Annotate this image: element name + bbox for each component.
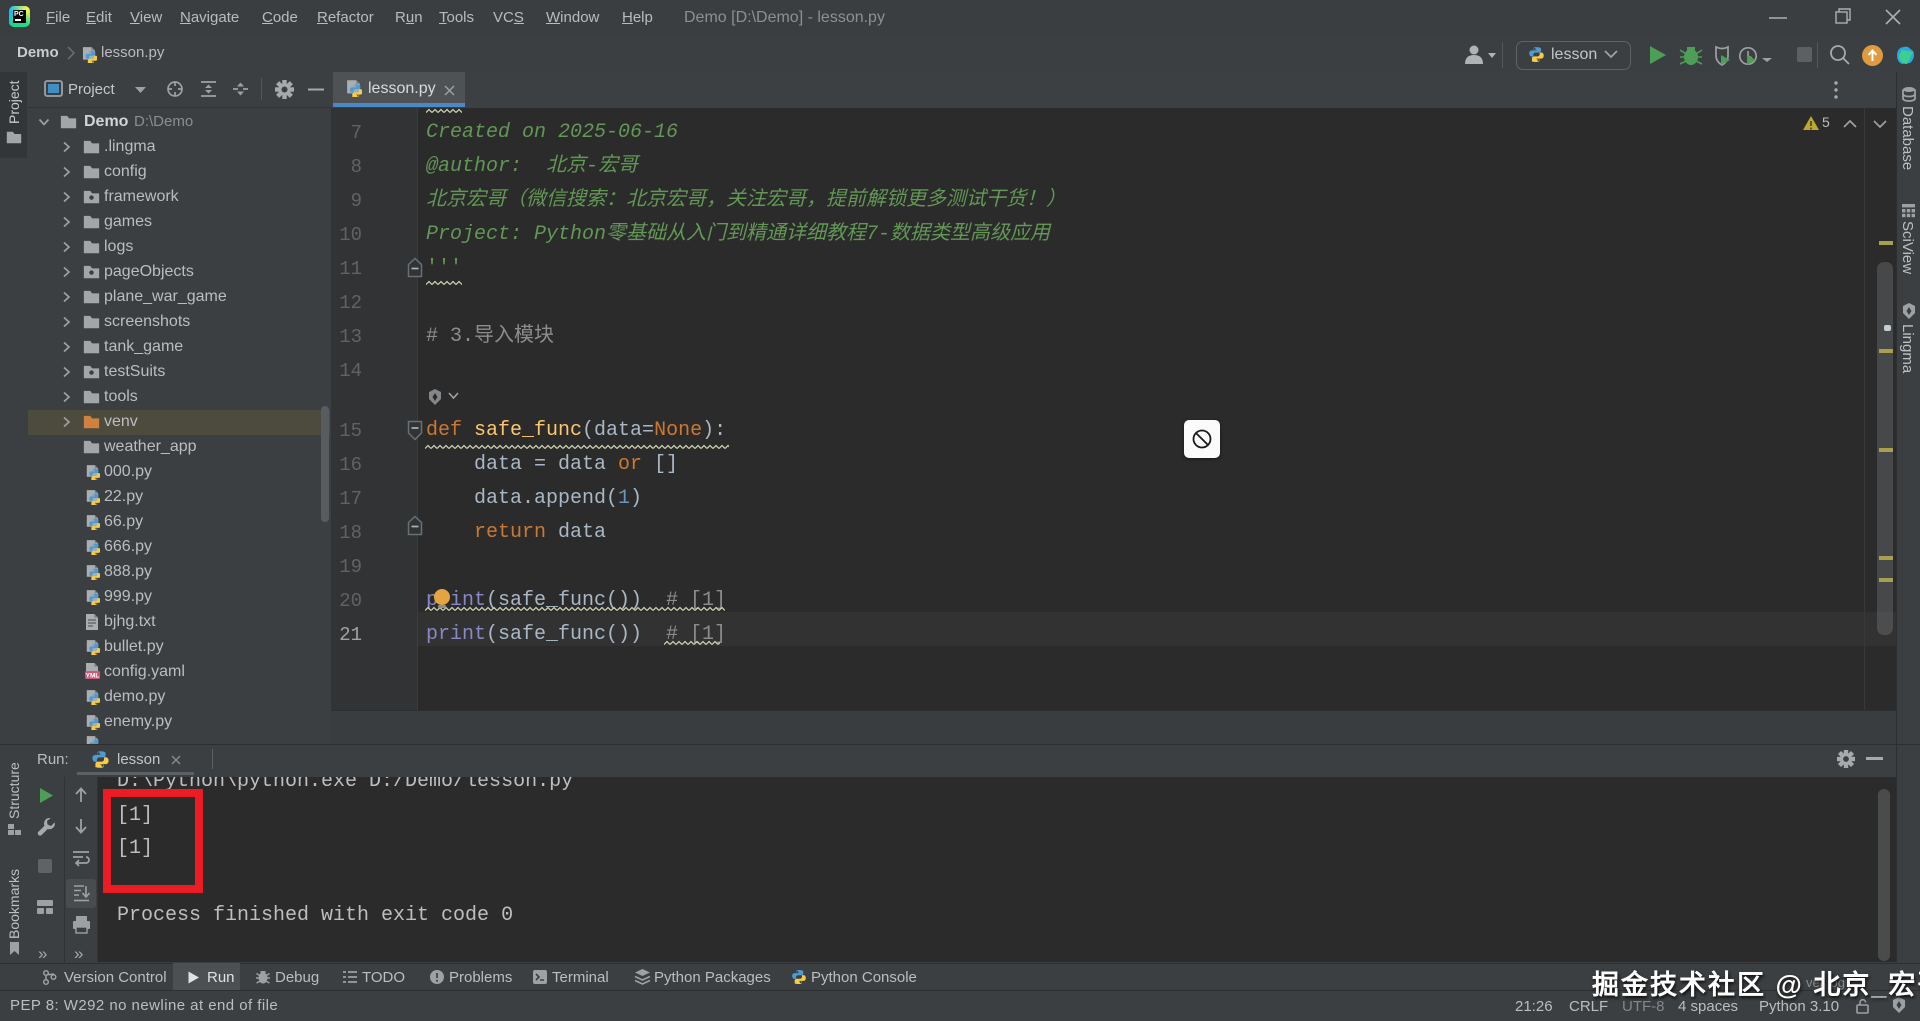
svg-text:YML: YML xyxy=(86,672,100,679)
